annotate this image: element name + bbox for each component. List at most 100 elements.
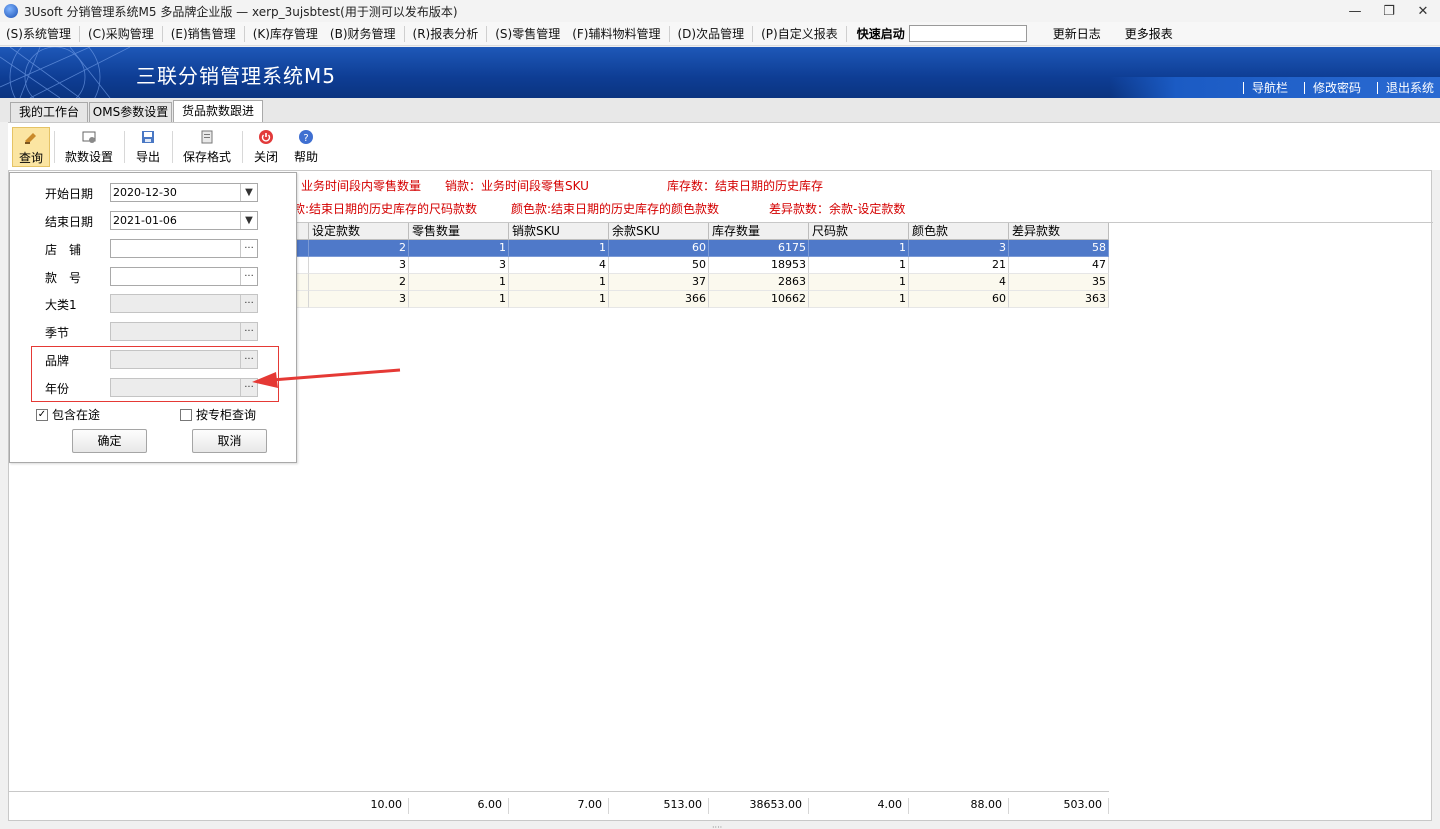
shop-label: 店 铺 (45, 243, 82, 257)
menu-custom-reports[interactable]: (P)自定义报表 (755, 22, 844, 46)
menu-more-reports[interactable]: 更多报表 (1113, 22, 1185, 46)
tab-strip: 我的工作台 OMS参数设置 货品款数跟进 (0, 98, 1440, 122)
tab-product-style-tracking[interactable]: 货品款数跟进 (173, 100, 263, 122)
legend-diff-styles: 差异款数：余款-设定款数 (769, 202, 906, 216)
change-password-link[interactable]: 修改密码 (1303, 81, 1367, 94)
table-cell: 37 (609, 274, 709, 291)
menu-purchase[interactable]: (C)采购管理 (82, 22, 160, 46)
include-transit-checkbox[interactable]: ✓ 包含在途 (36, 406, 100, 423)
cancel-button[interactable]: 取消 (192, 429, 267, 453)
table-cell: 1 (409, 291, 509, 308)
export-button[interactable]: 导出 (130, 127, 166, 167)
menu-finance[interactable]: (B)财务管理 (324, 22, 402, 46)
tab-workbench[interactable]: 我的工作台 (10, 102, 88, 122)
table-cell: 1 (809, 291, 909, 308)
nav-bar-link[interactable]: 导航栏 (1242, 81, 1294, 94)
minimize-button[interactable]: — (1338, 0, 1372, 22)
total-cell: 4.00 (809, 798, 909, 814)
maximize-button[interactable]: ❐ (1372, 0, 1406, 22)
table-cell: 1 (809, 257, 909, 274)
ellipsis-icon[interactable]: ··· (240, 323, 257, 340)
table-cell: 21 (909, 257, 1009, 274)
category-input[interactable] (110, 294, 258, 313)
menu-sales[interactable]: (E)销售管理 (165, 22, 242, 46)
confirm-button[interactable]: 确定 (72, 429, 147, 453)
menu-system[interactable]: (S)系统管理 (0, 22, 77, 46)
category-row: 大类1 ··· (10, 294, 298, 314)
settings-icon (82, 131, 96, 143)
table-cell: 4 (909, 274, 1009, 291)
grid-header-remaining-sku[interactable]: 余款SKU (609, 223, 709, 240)
start-date-row: 开始日期 2020-12-30 ▼ (10, 183, 298, 203)
query-label: 查询 (18, 151, 43, 165)
export-icon (142, 131, 154, 143)
menu-retail[interactable]: (S)零售管理 (489, 22, 566, 46)
save-format-button[interactable]: 保存格式 (178, 127, 236, 167)
table-cell: 1 (409, 240, 509, 257)
help-button[interactable]: ? 帮助 (288, 127, 324, 167)
style-setting-label: 款数设置 (64, 150, 113, 164)
menu-defective[interactable]: (D)次品管理 (672, 22, 751, 46)
tab-oms-settings[interactable]: OMS参数设置 (89, 102, 172, 122)
menu-reports[interactable]: (R)报表分析 (407, 22, 485, 46)
total-cell: 7.00 (509, 798, 609, 814)
table-cell: 366 (609, 291, 709, 308)
table-cell: 1 (509, 240, 609, 257)
menu-separator (403, 25, 405, 42)
close-button[interactable]: 关闭 (248, 127, 284, 167)
row-gutter (297, 274, 309, 291)
menu-separator (161, 25, 163, 42)
quick-launch-label: 快速启动 (856, 26, 905, 41)
ellipsis-icon[interactable]: ··· (240, 268, 257, 285)
table-cell: 4 (509, 257, 609, 274)
close-window-button[interactable]: ✕ (1406, 0, 1440, 22)
chevron-down-icon[interactable]: ▼ (240, 184, 257, 201)
close-label: 关闭 (253, 150, 278, 164)
menu-separator (668, 25, 670, 42)
season-row: 季节 ··· (10, 322, 298, 342)
include-transit-label: 包含在途 (52, 408, 101, 422)
grid-header-diff-styles[interactable]: 差异款数 (1009, 223, 1109, 240)
grid-header-set-styles[interactable]: 设定款数 (309, 223, 409, 240)
menu-separator (78, 25, 80, 42)
grid-header-retail-qty[interactable]: 零售数量 (409, 223, 509, 240)
start-date-picker[interactable]: 2020-12-30 (110, 183, 258, 202)
menu-materials[interactable]: (F)辅料物料管理 (566, 22, 666, 46)
table-cell: 3 (309, 257, 409, 274)
style-setting-button[interactable]: 款数设置 (60, 127, 118, 167)
ellipsis-icon[interactable]: ··· (240, 240, 257, 257)
toolbar-separator (172, 131, 173, 163)
logout-link[interactable]: 退出系统 (1376, 81, 1440, 94)
table-cell: 1 (509, 291, 609, 308)
table-cell: 2863 (709, 274, 809, 291)
query-button[interactable]: 查询 (12, 127, 50, 167)
resize-grip-icon[interactable]: ···· (712, 823, 730, 829)
grid-header-stock-qty[interactable]: 库存数量 (709, 223, 809, 240)
table-cell: 3 (409, 257, 509, 274)
by-counter-checkbox[interactable]: 按专柜查询 (180, 406, 256, 423)
toolbar-separator (54, 131, 55, 163)
menu-changelog[interactable]: 更新日志 (1041, 22, 1113, 46)
export-label: 导出 (135, 150, 160, 164)
table-cell: 1 (509, 274, 609, 291)
total-cell: 6.00 (409, 798, 509, 814)
chevron-down-icon[interactable]: ▼ (240, 212, 257, 229)
menu-inventory[interactable]: (K)库存管理 (247, 22, 324, 46)
legend-stock-qty: 库存数：结束日期的历史库存 (667, 179, 824, 193)
table-cell: 60 (909, 291, 1009, 308)
season-label: 季节 (45, 326, 70, 340)
total-cell: 88.00 (909, 798, 1009, 814)
quick-launch-input[interactable] (908, 25, 1027, 42)
table-cell: 6175 (709, 240, 809, 257)
shop-input[interactable] (110, 239, 258, 258)
style-no-input[interactable] (110, 267, 258, 286)
grid-header-color-styles[interactable]: 颜色款 (909, 223, 1009, 240)
end-date-picker[interactable]: 2021-01-06 (110, 211, 258, 230)
grid-header-sold-sku[interactable]: 销款SKU (509, 223, 609, 240)
grid-header-size-styles[interactable]: 尺码款 (809, 223, 909, 240)
ellipsis-icon[interactable]: ··· (240, 295, 257, 312)
end-date-row: 结束日期 2021-01-06 ▼ (10, 211, 298, 231)
window-title: 3Usoft 分销管理系统M5 多品牌企业版 — xerp_3ujsbtest(… (24, 4, 458, 19)
brand-title: 三联分销管理系统M5 (136, 64, 336, 88)
season-input[interactable] (110, 322, 258, 341)
